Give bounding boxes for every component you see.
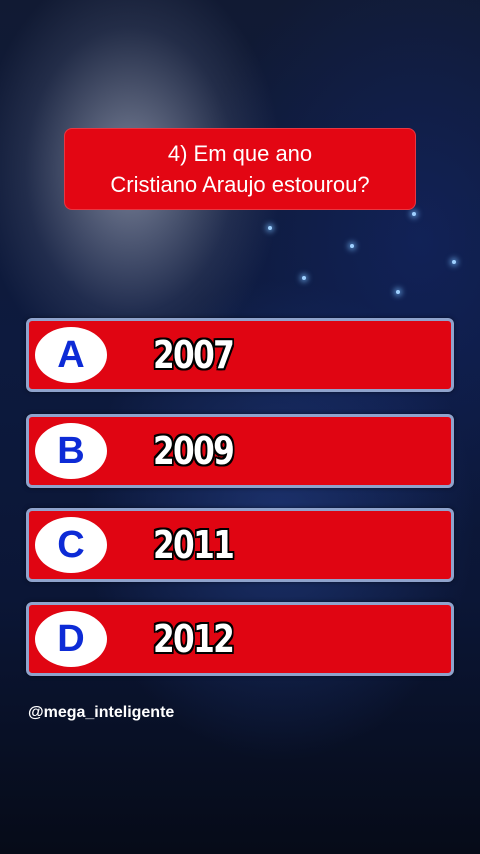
answer-text-c: 2011 (153, 523, 235, 567)
answer-text-a: 2007 (153, 333, 235, 377)
sparkle-decoration (302, 276, 306, 280)
question-box: 4) Em que ano Cristiano Araujo estourou? (64, 128, 416, 210)
sparkle-decoration (396, 290, 400, 294)
answer-option-a[interactable]: A 2007 (26, 318, 454, 392)
sparkle-decoration (452, 260, 456, 264)
answer-letter-b: B (35, 423, 107, 479)
answer-letter-d: D (35, 611, 107, 667)
answer-letter-c: C (35, 517, 107, 573)
sparkle-decoration (350, 244, 354, 248)
answer-text-d: 2012 (153, 617, 235, 661)
sparkle-decoration (412, 212, 416, 216)
question-line-1: 4) Em que ano (167, 141, 313, 166)
answer-option-c[interactable]: C 2011 (26, 508, 454, 582)
question-line-2: Cristiano Araujo estourou? (110, 172, 370, 197)
answer-option-d[interactable]: D 2012 (26, 602, 454, 676)
answer-option-b[interactable]: B 2009 (26, 414, 454, 488)
sparkle-decoration (268, 226, 272, 230)
answer-text-b: 2009 (153, 429, 235, 473)
answer-letter-a: A (35, 327, 107, 383)
creator-handle: @mega_inteligente (28, 704, 175, 721)
